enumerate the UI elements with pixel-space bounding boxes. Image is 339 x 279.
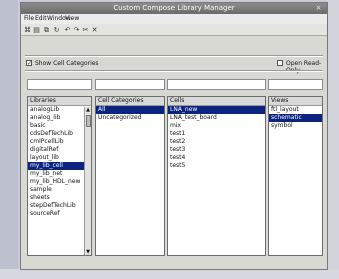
- list-item[interactable]: test4: [168, 154, 265, 162]
- tool-icon[interactable]: ⌘: [24, 26, 31, 34]
- view-filter-field[interactable]: [268, 79, 323, 90]
- menu-edit[interactable]: Edit: [35, 15, 47, 22]
- libraries-list[interactable]: Libraries analogLib analog_lib basic cds…: [27, 96, 92, 256]
- scroll-up-icon[interactable]: ▲: [85, 107, 91, 113]
- menu-file[interactable]: File: [24, 15, 34, 22]
- list-item[interactable]: sourceRef: [28, 210, 91, 218]
- list-item[interactable]: test5: [168, 162, 265, 170]
- refresh-icon[interactable]: ↻: [53, 26, 60, 34]
- desktop-background-right: [327, 0, 339, 279]
- list-item[interactable]: layout_lib: [28, 154, 91, 162]
- category-filter-field[interactable]: [95, 79, 165, 90]
- categories-header[interactable]: Cell Categories: [96, 97, 164, 106]
- list-item[interactable]: my_lib_net: [28, 170, 91, 178]
- cells-header[interactable]: Cells: [168, 97, 265, 106]
- libraries-header[interactable]: Libraries: [28, 97, 91, 106]
- list-item[interactable]: ftl_layout: [269, 106, 322, 114]
- views-header[interactable]: Views: [269, 97, 322, 106]
- delete-icon[interactable]: ✕: [91, 26, 98, 34]
- menu-view[interactable]: View: [65, 15, 79, 22]
- toolbar: ⌘ ▤ ⧉ ↻ ↶ ↷ ✂ ✕: [21, 24, 327, 36]
- list-item-selected[interactable]: schematic: [269, 114, 322, 122]
- redo-icon[interactable]: ↷: [73, 26, 80, 34]
- list-item[interactable]: symbol: [269, 122, 322, 130]
- list-item[interactable]: cmlPcellLib: [28, 138, 91, 146]
- list-item-selected[interactable]: All: [96, 106, 164, 114]
- list-item[interactable]: analog_lib: [28, 114, 91, 122]
- cut-icon[interactable]: ✂: [82, 26, 89, 34]
- scroll-thumb[interactable]: [86, 115, 91, 127]
- library-manager-window: Custom Compose Library Manager × File Ed…: [20, 2, 328, 270]
- desktop-background-left: [0, 0, 18, 279]
- list-item[interactable]: my_lib_HDL_new: [28, 178, 91, 186]
- list-item[interactable]: digitalRef: [28, 146, 91, 154]
- list-item[interactable]: analogLib: [28, 106, 91, 114]
- views-list[interactable]: Views ftl_layout schematic symbol: [268, 96, 323, 256]
- close-window-icon[interactable]: ×: [314, 4, 323, 12]
- list-item[interactable]: stepDefTechLib: [28, 202, 91, 210]
- list-item[interactable]: cdsDefTechLib: [28, 130, 91, 138]
- show-categories-checkbox[interactable]: ✓: [26, 60, 32, 67]
- list-item[interactable]: test2: [168, 138, 265, 146]
- separator: [25, 70, 323, 72]
- title-bar[interactable]: Custom Compose Library Manager ×: [21, 3, 327, 14]
- separator: [25, 55, 323, 57]
- libraries-scrollbar[interactable]: ▲ ▼: [84, 107, 91, 255]
- open-read-only-checkbox[interactable]: [277, 60, 283, 66]
- show-categories-label: Show Cell Categories: [35, 60, 99, 67]
- list-item[interactable]: test3: [168, 146, 265, 154]
- list-item[interactable]: mix: [168, 122, 265, 130]
- scroll-down-icon[interactable]: ▼: [85, 249, 91, 255]
- desktop-background-bottom: [0, 269, 339, 279]
- library-filter-field[interactable]: [27, 79, 92, 90]
- list-item[interactable]: sample: [28, 186, 91, 194]
- window-title: Custom Compose Library Manager: [113, 4, 235, 12]
- list-item[interactable]: sheets: [28, 194, 91, 202]
- undo-icon[interactable]: ↶: [64, 26, 71, 34]
- categories-list[interactable]: Cell Categories All Uncategorized: [95, 96, 165, 256]
- list-item-selected[interactable]: my_lib_cell: [28, 162, 91, 170]
- list-item[interactable]: test1: [168, 130, 265, 138]
- save-icon[interactable]: ▤: [33, 26, 40, 34]
- menu-bar: File Edit Window View: [21, 14, 327, 24]
- list-item[interactable]: Uncategorized: [96, 114, 164, 122]
- list-item-selected[interactable]: LNA_new: [168, 106, 265, 114]
- cells-list[interactable]: Cells LNA_new LNA_test_board mix test1 t…: [167, 96, 266, 256]
- cell-filter-field[interactable]: [167, 79, 266, 90]
- list-item[interactable]: basic: [28, 122, 91, 130]
- copy-icon[interactable]: ⧉: [43, 26, 50, 34]
- list-item[interactable]: LNA_test_board: [168, 114, 265, 122]
